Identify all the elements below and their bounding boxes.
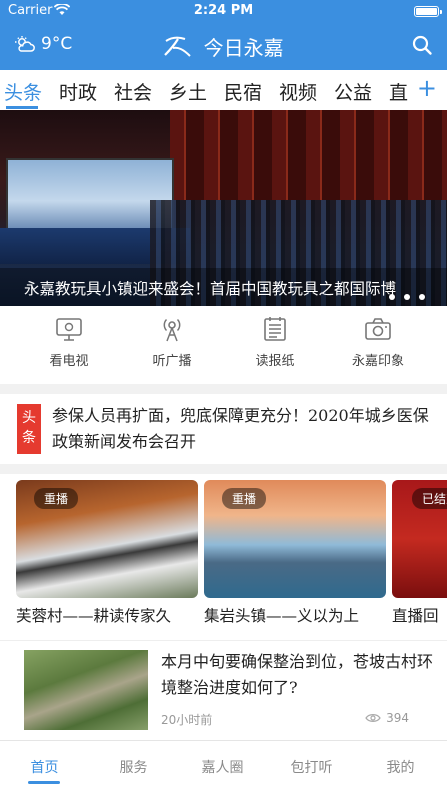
eye-icon <box>365 714 381 722</box>
nav-community[interactable]: 嘉人圈 <box>178 757 267 777</box>
news-list-item[interactable]: 本月中旬要确保整治到位，苍坡古村环境整治进度如何了? 20小时前 394 <box>0 640 447 738</box>
video-title: 芙蓉村——耕读传家久 <box>16 607 172 625</box>
quick-entry-label: 永嘉印象 <box>351 354 404 369</box>
brand-title: 今日永嘉 <box>0 32 447 61</box>
quick-entry-radio[interactable]: 听广播 <box>117 316 227 369</box>
quick-entries: 看电视 听广播 读报纸 永嘉印象 <box>0 306 447 384</box>
newspaper-icon <box>264 317 286 341</box>
headline-badge-line: 头 <box>22 410 36 426</box>
carousel-dot[interactable] <box>419 294 425 300</box>
banner-caption: 永嘉教玩具小镇迎来盛会！首届中国教玩具之都国际博 <box>0 268 447 306</box>
app-name: 今日永嘉 <box>203 36 284 60</box>
nav-services[interactable]: 服务 <box>89 757 178 777</box>
quick-entry-newspaper[interactable]: 读报纸 <box>220 316 330 369</box>
carousel-dots <box>389 294 425 300</box>
quick-entry-label: 看电视 <box>49 354 89 369</box>
category-tabs: 头条 时政 社会 乡土 民宿 视频 公益 直 + <box>0 70 447 110</box>
tab-local[interactable]: 乡土 <box>169 78 207 105</box>
article-time: 20小时前 <box>161 713 213 727</box>
tab-society[interactable]: 社会 <box>114 78 152 105</box>
add-tab-icon[interactable]: + <box>417 74 437 102</box>
video-carousel: 重播 芙蓉村——耕读传家久 重播 集岩头镇——义以为上 已结束 直播回 <box>0 474 447 634</box>
app-header: Carrier 2:24 PM 9°C 今日永嘉 <box>0 0 447 70</box>
nav-home[interactable]: 首页 <box>0 757 89 777</box>
tv-icon <box>56 318 82 341</box>
video-card[interactable]: 重播 集岩头镇——义以为上 <box>204 480 386 626</box>
tab-headlines[interactable]: 头条 <box>4 78 42 105</box>
video-thumbnail: 重播 <box>16 480 198 598</box>
app-logo-icon <box>164 36 192 57</box>
quick-entry-label: 听广播 <box>152 354 192 369</box>
tab-politics[interactable]: 时政 <box>59 78 97 105</box>
video-title: 集岩头镇——义以为上 <box>204 607 360 625</box>
section-divider <box>0 464 447 474</box>
banner-backdrop <box>170 110 447 200</box>
quick-entry-impression[interactable]: 永嘉印象 <box>323 316 433 369</box>
video-thumbnail: 重播 <box>204 480 386 598</box>
tab-charity[interactable]: 公益 <box>334 78 372 105</box>
quick-entry-label: 读报纸 <box>255 354 295 369</box>
bottom-navigation: 首页 服务 嘉人圈 包打听 我的 <box>0 740 447 794</box>
replay-badge: 重播 <box>222 488 267 509</box>
video-title: 直播回 <box>392 607 439 625</box>
headline-badge: 头 条 <box>17 404 41 454</box>
status-bar: Carrier 2:24 PM <box>0 0 447 22</box>
search-icon[interactable] <box>411 34 433 56</box>
video-card[interactable]: 重播 芙蓉村——耕读传家久 <box>16 480 198 626</box>
tab-video[interactable]: 视频 <box>279 78 317 105</box>
banner-carousel[interactable]: 永嘉教玩具小镇迎来盛会！首届中国教玩具之都国际博 <box>0 110 447 306</box>
nav-me[interactable]: 我的 <box>356 757 445 777</box>
video-card[interactable]: 已结束 直播回 <box>392 480 447 626</box>
banner-stage-screen <box>6 158 174 230</box>
radio-icon <box>163 318 181 342</box>
article-title: 本月中旬要确保整治到位，苍坡古村环境整治进度如何了? <box>161 652 434 697</box>
headline-text: 参保人员再扩面，兜底保障更充分！2020年城乡医保政策新闻发布会召开 <box>52 406 429 451</box>
carousel-dot[interactable] <box>389 294 395 300</box>
replay-badge: 重播 <box>34 488 79 509</box>
ended-badge: 已结束 <box>412 488 447 509</box>
tab-live[interactable]: 直 <box>389 78 408 105</box>
tab-homestay[interactable]: 民宿 <box>224 78 262 105</box>
battery-icon <box>414 6 442 17</box>
view-count: 394 <box>386 711 409 725</box>
article-views: 394 <box>365 711 409 725</box>
active-tab-indicator <box>6 106 38 109</box>
headline-news[interactable]: 头 条 参保人员再扩面，兜底保障更充分！2020年城乡医保政策新闻发布会召开 <box>0 394 447 464</box>
active-nav-indicator <box>28 781 60 784</box>
article-thumbnail <box>24 650 148 730</box>
quick-entry-tv[interactable]: 看电视 <box>14 316 124 369</box>
video-thumbnail: 已结束 <box>392 480 447 598</box>
camera-icon <box>365 318 391 340</box>
status-time: 2:24 PM <box>193 3 254 18</box>
headline-badge-line: 条 <box>22 430 36 446</box>
section-divider <box>0 384 447 394</box>
nav-inquiry[interactable]: 包打听 <box>267 757 356 777</box>
carousel-dot[interactable] <box>404 294 410 300</box>
